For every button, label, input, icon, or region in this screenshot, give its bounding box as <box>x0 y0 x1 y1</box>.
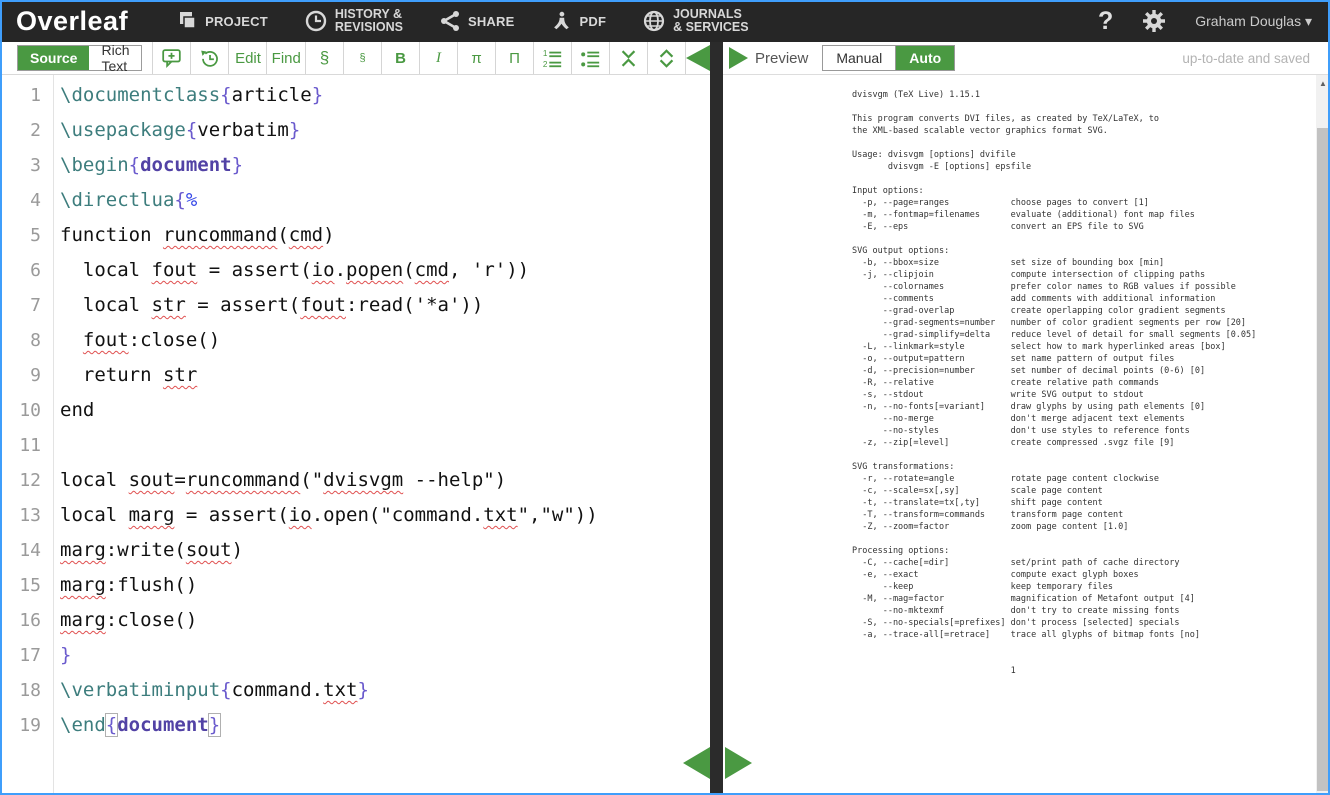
line-number: 4 <box>0 183 53 218</box>
save-status: up-to-date and saved <box>1182 51 1310 66</box>
inline-math-button[interactable]: π <box>458 42 495 74</box>
code-line[interactable]: 10end <box>0 393 710 428</box>
line-number: 3 <box>0 148 53 183</box>
line-number: 8 <box>0 323 53 358</box>
scrollbar-up-arrow[interactable]: ▲ <box>1316 75 1330 88</box>
help-button[interactable]: ? <box>1098 7 1113 36</box>
preview-scrollbar[interactable]: ▲ <box>1316 75 1330 795</box>
scrollbar-thumb[interactable] <box>1317 128 1329 791</box>
nav-project[interactable]: PROJECT <box>176 10 268 32</box>
editor-pane: Source Rich Text Edit Find § § B I <box>0 42 710 795</box>
preview-label: Preview <box>755 50 808 67</box>
edit-menu-button[interactable]: Edit <box>229 42 266 74</box>
numbered-list-icon[interactable]: 12 <box>534 42 571 74</box>
svg-text:1: 1 <box>543 49 548 58</box>
code-line[interactable]: 12local sout=runcommand("dvisvgm --help"… <box>0 463 710 498</box>
nav-journals-label: JOURNALS& SERVICES <box>673 8 749 34</box>
project-copies-icon <box>176 10 198 32</box>
pane-resize-divider[interactable] <box>710 42 723 795</box>
code-line[interactable]: 1\documentclass{article} <box>0 78 710 113</box>
line-number: 10 <box>0 393 53 428</box>
code-line[interactable]: 3\begin{document} <box>0 148 710 183</box>
bullet-list-icon[interactable] <box>572 42 609 74</box>
settings-gear-icon[interactable] <box>1141 8 1167 34</box>
code-line[interactable]: 7 local str = assert(fout:read('*a')) <box>0 288 710 323</box>
nav-history-label: HISTORY &REVISIONS <box>335 8 403 34</box>
nav-pdf-label: PDF <box>579 14 606 29</box>
code-line[interactable]: 4\directlua{% <box>0 183 710 218</box>
pdf-preview-body: dvisvgm (TeX Live) 1.15.1 This program c… <box>723 75 1330 795</box>
auto-compile-button[interactable]: Auto <box>896 46 954 70</box>
line-number: 13 <box>0 498 53 533</box>
code-line[interactable]: 8 fout:close() <box>0 323 710 358</box>
source-tab[interactable]: Source <box>18 46 89 70</box>
globe-icon <box>642 9 666 33</box>
nav-history-revisions[interactable]: HISTORY &REVISIONS <box>304 8 403 34</box>
nav-share-label: SHARE <box>468 14 515 29</box>
line-number: 14 <box>0 533 53 568</box>
svg-text:2: 2 <box>543 60 548 69</box>
code-line[interactable]: 6 local fout = assert(io.popen(cmd, 'r')… <box>0 253 710 288</box>
source-code-editor[interactable]: 1\documentclass{article}2\usepackage{ver… <box>0 75 710 795</box>
code-line[interactable]: 15marg:flush() <box>0 568 710 603</box>
track-changes-history-icon[interactable] <box>191 42 228 74</box>
manual-compile-button[interactable]: Manual <box>823 46 896 70</box>
editor-toolbar: Source Rich Text Edit Find § § B I <box>0 42 710 75</box>
code-line[interactable]: 19\end{document} <box>0 708 710 743</box>
line-number: 19 <box>0 708 53 743</box>
italic-button[interactable]: I <box>420 42 457 74</box>
pdf-person-icon <box>550 10 572 32</box>
code-line[interactable]: 16marg:close() <box>0 603 710 638</box>
gutter-divider <box>53 75 54 795</box>
nav-project-label: PROJECT <box>205 14 268 29</box>
code-line[interactable]: 14marg:write(sout) <box>0 533 710 568</box>
line-number: 2 <box>0 113 53 148</box>
collapse-preview-pane-arrow-bottom[interactable] <box>725 747 752 779</box>
nav-pdf[interactable]: PDF <box>550 10 606 32</box>
top-navbar: Overleaf PROJECT HISTORY &REVISIONS SHAR… <box>0 0 1330 42</box>
display-math-button[interactable]: Π <box>496 42 533 74</box>
add-comment-icon[interactable] <box>153 42 190 74</box>
code-line[interactable]: 18\verbatiminput{command.txt} <box>0 673 710 708</box>
nav-share[interactable]: SHARE <box>439 10 515 32</box>
collapse-editor-pane-arrow-bottom[interactable] <box>683 747 710 779</box>
code-line[interactable]: 5function runcommand(cmd) <box>0 218 710 253</box>
recompile-run-icon[interactable] <box>729 47 748 69</box>
line-number: 6 <box>0 253 53 288</box>
line-number: 5 <box>0 218 53 253</box>
line-number: 9 <box>0 358 53 393</box>
find-button[interactable]: Find <box>267 42 305 74</box>
line-number: 15 <box>0 568 53 603</box>
line-number: 11 <box>0 428 53 463</box>
collapse-editor-pane-arrow[interactable] <box>686 45 710 71</box>
overleaf-logo[interactable]: Overleaf <box>16 6 128 37</box>
code-line[interactable]: 13local marg = assert(io.open("command.t… <box>0 498 710 533</box>
line-number: 16 <box>0 603 53 638</box>
caret-down-icon: ▾ <box>1305 13 1312 29</box>
preview-pane: Preview Manual Auto up-to-date and saved… <box>723 42 1330 795</box>
bold-button[interactable]: B <box>382 42 419 74</box>
code-line[interactable]: 17} <box>0 638 710 673</box>
line-number: 1 <box>0 78 53 113</box>
code-line[interactable]: 2\usepackage{verbatim} <box>0 113 710 148</box>
share-icon <box>439 10 461 32</box>
unfold-less-icon[interactable] <box>610 42 647 74</box>
pdf-page-text: dvisvgm (TeX Live) 1.15.1 This program c… <box>852 89 1330 677</box>
preview-toolbar: Preview Manual Auto up-to-date and saved <box>723 42 1330 75</box>
line-number: 17 <box>0 638 53 673</box>
rich-text-tab[interactable]: Rich Text <box>89 46 141 70</box>
nav-journals-services[interactable]: JOURNALS& SERVICES <box>642 8 749 34</box>
unfold-more-icon[interactable] <box>648 42 685 74</box>
history-clock-icon <box>304 9 328 33</box>
line-number: 12 <box>0 463 53 498</box>
subsection-button[interactable]: § <box>344 42 381 74</box>
line-number: 7 <box>0 288 53 323</box>
line-number: 18 <box>0 673 53 708</box>
user-menu[interactable]: Graham Douglas ▾ <box>1195 13 1312 30</box>
code-line[interactable]: 11 <box>0 428 710 463</box>
code-line[interactable]: 9 return str <box>0 358 710 393</box>
section-button[interactable]: § <box>306 42 343 74</box>
